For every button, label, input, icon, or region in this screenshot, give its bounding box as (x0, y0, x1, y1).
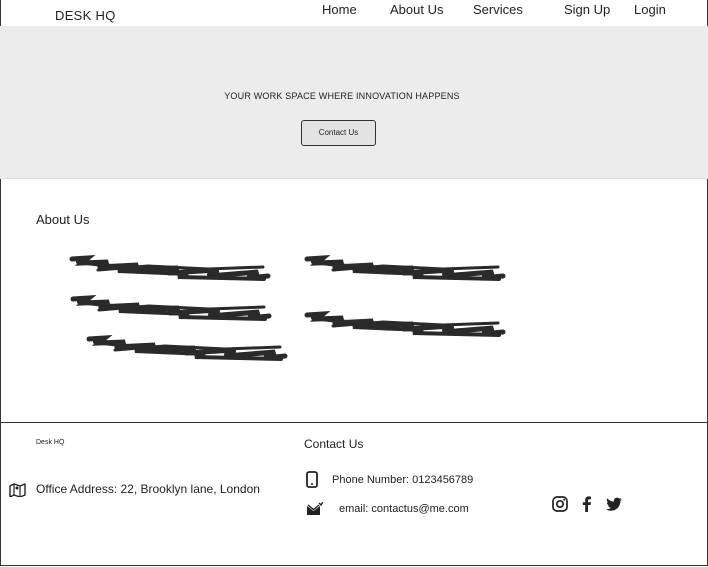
nav-services[interactable]: Services (473, 2, 523, 17)
email-address[interactable]: email: contactus@me.com (339, 503, 469, 515)
nav-about-us[interactable]: About Us (390, 2, 443, 17)
contact-us-button[interactable]: Contact Us (301, 120, 376, 146)
footer-contact-heading: Contact Us (304, 437, 364, 451)
scribble-text-placeholder-1 (69, 255, 271, 281)
phone-icon (306, 471, 318, 488)
mail-icon (307, 502, 323, 515)
footer-divider (0, 422, 708, 423)
nav-home[interactable]: Home (322, 2, 357, 17)
nav-sign-up[interactable]: Sign Up (564, 2, 610, 17)
twitter-icon[interactable] (605, 495, 623, 513)
scribble-text-placeholder-2 (304, 255, 506, 281)
instagram-icon[interactable] (551, 495, 569, 513)
scribble-text-placeholder-5 (86, 335, 288, 361)
brand-logo[interactable]: DESK HQ (55, 8, 116, 23)
hero-banner: YOUR WORK SPACE WHERE INNOVATION HAPPENS… (0, 26, 708, 179)
map-icon (9, 483, 26, 497)
scribble-text-placeholder-3 (70, 295, 272, 321)
phone-number: Phone Number: 0123456789 (332, 474, 474, 486)
footer-brand: Desk HQ (36, 439, 65, 446)
scribble-text-placeholder-4 (304, 311, 506, 337)
hero-title: YOUR WORK SPACE WHERE INNOVATION HAPPENS (224, 91, 460, 101)
nav-login[interactable]: Login (634, 2, 666, 17)
facebook-icon[interactable] (578, 495, 596, 513)
office-address: Office Address: 22, Brooklyn lane, Londo… (36, 482, 260, 496)
about-heading: About Us (36, 212, 90, 227)
